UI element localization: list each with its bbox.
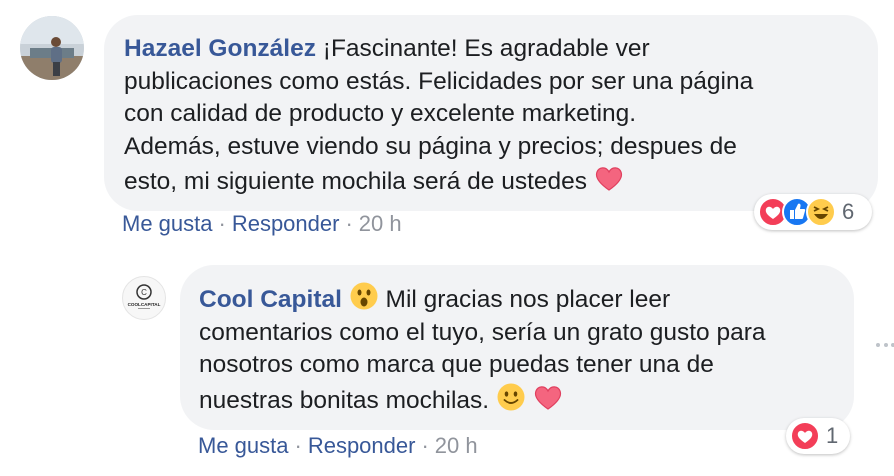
heart-emoji-icon [534, 385, 561, 410]
comment-text-line: con calidad de producto y excelente mark… [124, 100, 637, 127]
heart-emoji-icon [595, 167, 622, 191]
page-avatar[interactable]: C COOLCAPITAL [122, 276, 166, 320]
avatar-logo-text: COOLCAPITAL [128, 302, 161, 307]
laugh-icon [806, 197, 836, 227]
comment-author[interactable]: Hazael González [124, 35, 316, 62]
comment-text-line: ¡Fascinante! Es agradable ver [322, 35, 650, 62]
reply-link[interactable]: Responder [232, 211, 340, 236]
reply-actions: Me gusta · Responder · 20 h [198, 433, 478, 459]
reaction-count: 6 [842, 199, 855, 224]
timestamp[interactable]: 20 h [435, 433, 478, 458]
reply-link[interactable]: Responder [308, 433, 416, 458]
comment-actions: Me gusta · Responder · 20 h [122, 211, 402, 237]
surprised-emoji-icon [350, 282, 378, 310]
separator: · [421, 433, 429, 458]
reaction-summary[interactable]: 1 [786, 418, 850, 454]
reply-text-line: comentarios como el tuyo, sería un grato… [199, 318, 766, 346]
smile-emoji-icon [497, 383, 525, 410]
reply-bubble: Cool Capital Mil gracias nos placer leer… [180, 265, 854, 430]
separator: · [345, 211, 353, 236]
reply-text-line: Mil gracias nos placer leer [385, 286, 671, 313]
reply-text-line: nuestras bonitas mochilas. [199, 386, 490, 414]
timestamp[interactable]: 20 h [359, 211, 402, 236]
reaction-summary[interactable]: 6 [754, 194, 872, 230]
like-link[interactable]: Me gusta [122, 211, 213, 236]
comment-bubble: Hazael González ¡Fascinante! Es agradabl… [104, 15, 878, 211]
separator: · [294, 433, 302, 458]
reply-author[interactable]: Cool Capital [199, 286, 342, 313]
comment-text-line: esto, mi siguiente mochila será de usted… [124, 168, 588, 195]
like-link[interactable]: Me gusta [198, 433, 289, 458]
comment-text-line: Además, estuve viendo su página y precio… [124, 132, 737, 160]
comment-text-line: publicaciones como estás. Felicidades po… [124, 67, 754, 95]
reply-text-line: nosotros como marca que puedas tener una… [199, 351, 714, 378]
heart-icon [790, 421, 820, 451]
more-options-icon[interactable] [874, 340, 894, 350]
reaction-count: 1 [826, 423, 839, 448]
commenter-avatar[interactable] [20, 16, 84, 80]
separator: · [218, 211, 226, 236]
svg-text:C: C [141, 288, 147, 297]
